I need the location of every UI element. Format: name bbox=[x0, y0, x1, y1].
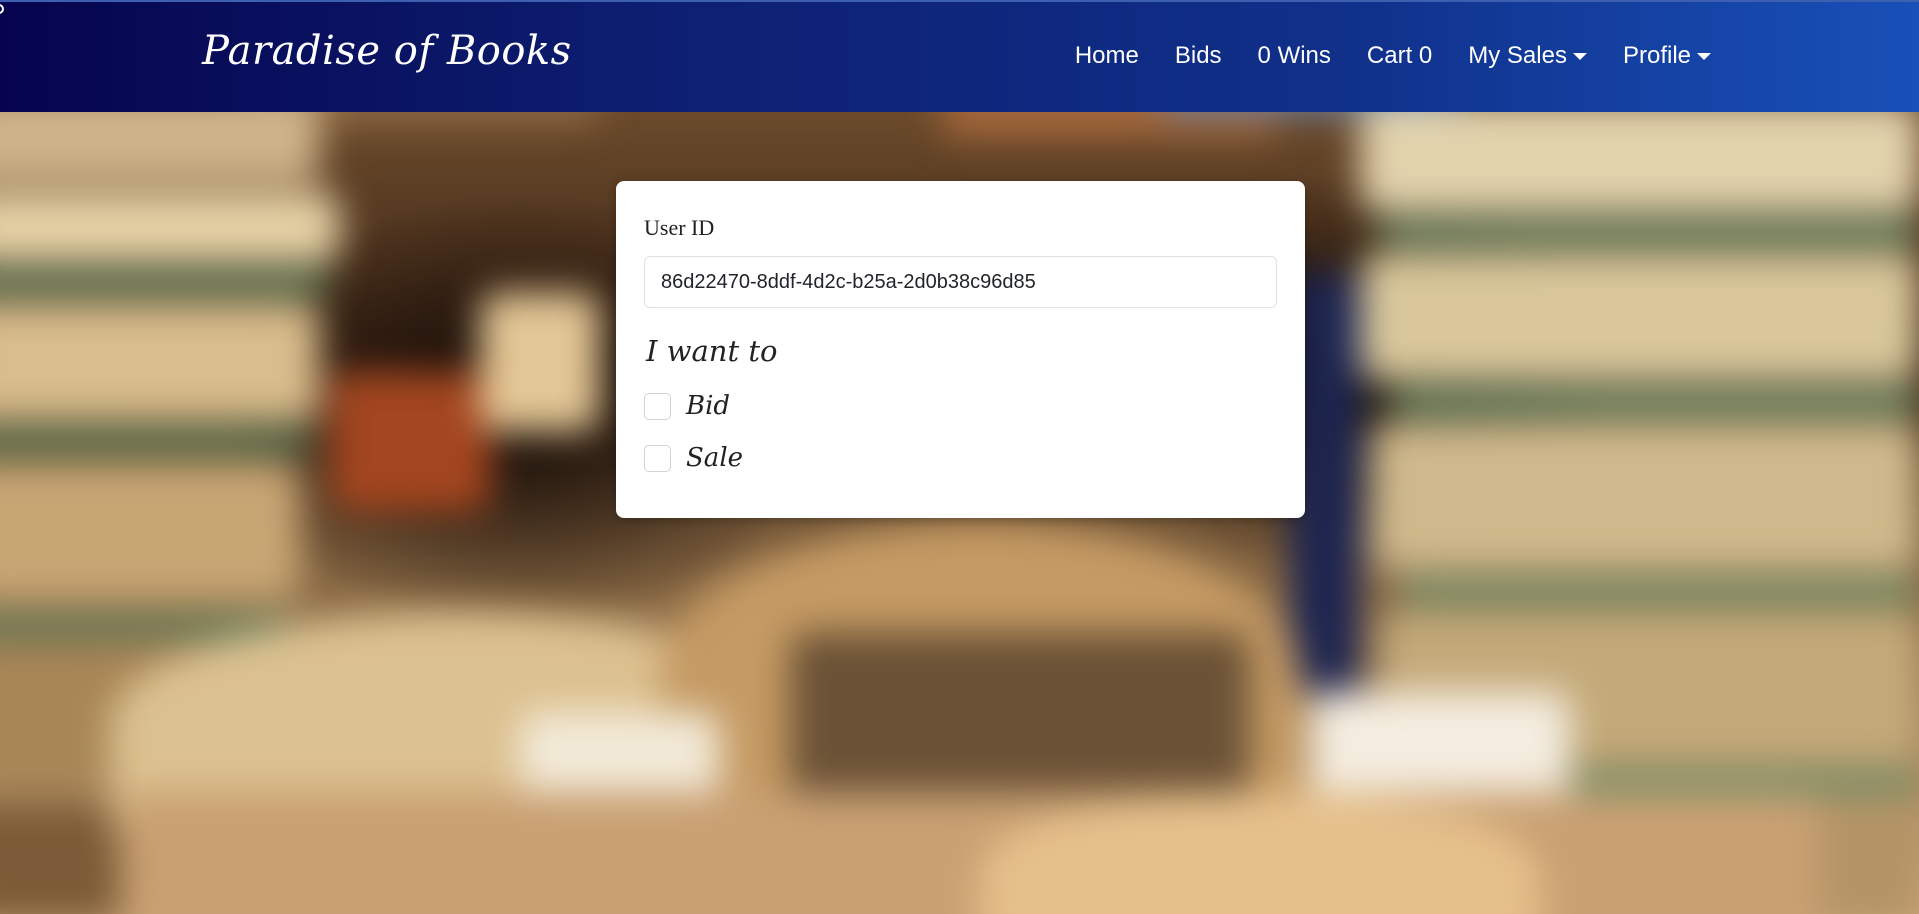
nav-link-cart[interactable]: Cart 0 bbox=[1367, 42, 1432, 70]
caret-down-icon bbox=[1697, 52, 1711, 60]
caret-down-icon bbox=[1572, 52, 1587, 60]
nav-link-cart-label: Cart 0 bbox=[1366, 42, 1433, 69]
edge-artifact-icon bbox=[0, 4, 4, 14]
background-shape bbox=[790, 632, 1250, 812]
nav-dropdown-my-sales-label: My Sales bbox=[1468, 42, 1567, 69]
nav-links: Home Bids 0 Wins Cart 0 My Sales Profile bbox=[1075, 42, 1711, 70]
nav-link-bids[interactable]: Bids bbox=[1175, 42, 1222, 70]
background-shape bbox=[120, 792, 1820, 914]
background-shape bbox=[0, 112, 320, 182]
background-shape bbox=[1390, 392, 1919, 412]
background-shape bbox=[1360, 252, 1919, 382]
nav-link-home[interactable]: Home bbox=[1075, 42, 1139, 70]
checkbox-icon[interactable] bbox=[644, 444, 671, 472]
background-shape bbox=[330, 372, 490, 512]
user-intent-card: User ID I want to Bid Sale bbox=[616, 181, 1305, 518]
background-shape bbox=[0, 192, 340, 262]
nav-dropdown-my-sales[interactable]: My Sales bbox=[1468, 42, 1587, 70]
user-id-label: User ID bbox=[644, 215, 715, 240]
background-shape bbox=[0, 462, 300, 602]
background-shape bbox=[480, 292, 600, 432]
background-shape bbox=[0, 432, 310, 450]
background-shape bbox=[940, 112, 1280, 137]
background-shape bbox=[0, 302, 320, 422]
nav-link-wins-label: 0 Wins bbox=[1257, 42, 1331, 69]
background-shape bbox=[0, 272, 330, 292]
background-shape bbox=[1380, 222, 1919, 242]
nav-dropdown-profile-label: Profile bbox=[1622, 42, 1691, 69]
user-id-input[interactable] bbox=[644, 256, 1277, 308]
nav-dropdown-profile[interactable]: Profile bbox=[1623, 42, 1711, 70]
background-shape bbox=[1400, 582, 1919, 602]
option-bid[interactable]: Bid bbox=[644, 391, 730, 421]
top-navbar: Paradise of Books Home Bids 0 Wins Cart … bbox=[0, 0, 1919, 112]
nav-link-wins[interactable]: 0 Wins bbox=[1258, 42, 1331, 70]
background-shape bbox=[0, 617, 290, 635]
option-sale-label: Sale bbox=[686, 443, 744, 473]
option-sale[interactable]: Sale bbox=[644, 443, 743, 473]
intent-heading: I want to bbox=[646, 334, 778, 368]
nav-link-home-label: Home bbox=[1074, 42, 1139, 69]
background-shape bbox=[1360, 112, 1919, 212]
brand-logo-link[interactable]: Paradise of Books bbox=[202, 28, 572, 74]
option-bid-label: Bid bbox=[686, 391, 731, 421]
nav-link-bids-label: Bids bbox=[1174, 42, 1222, 69]
background-shape bbox=[1370, 422, 1919, 572]
checkbox-icon[interactable] bbox=[644, 392, 671, 420]
